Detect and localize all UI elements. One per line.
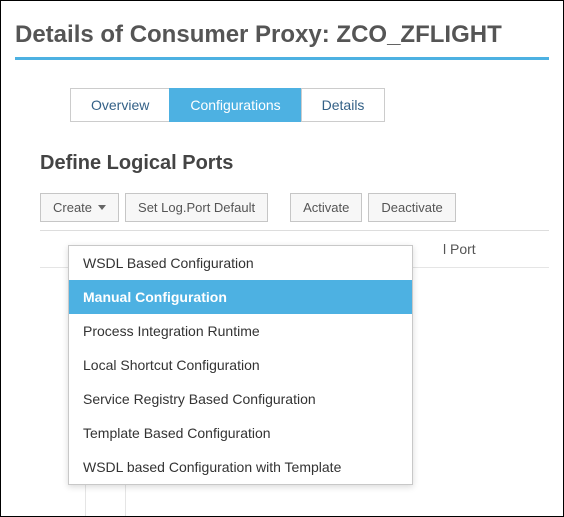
tab-configurations[interactable]: Configurations bbox=[169, 88, 301, 122]
menu-item-wsdl-based-configuration-with-template[interactable]: WSDL based Configuration with Template bbox=[69, 450, 412, 484]
menu-item-local-shortcut-configuration[interactable]: Local Shortcut Configuration bbox=[69, 348, 412, 382]
menu-item-service-registry-based-configuration[interactable]: Service Registry Based Configuration bbox=[69, 382, 412, 416]
create-dropdown: WSDL Based Configuration Manual Configur… bbox=[68, 245, 413, 485]
set-log-port-default-button[interactable]: Set Log.Port Default bbox=[125, 193, 268, 222]
create-button-label: Create bbox=[53, 200, 92, 215]
menu-item-template-based-configuration[interactable]: Template Based Configuration bbox=[69, 416, 412, 450]
create-button[interactable]: Create bbox=[40, 193, 119, 222]
column-port: l Port bbox=[443, 241, 476, 257]
deactivate-button[interactable]: Deactivate bbox=[368, 193, 455, 222]
tab-details[interactable]: Details bbox=[301, 88, 386, 122]
toolbar: Create Set Log.Port Default Activate Dea… bbox=[40, 193, 549, 222]
tabs: Overview Configurations Details bbox=[70, 88, 549, 122]
section-title: Define Logical Ports bbox=[40, 152, 549, 175]
tab-overview[interactable]: Overview bbox=[70, 88, 170, 122]
activate-button[interactable]: Activate bbox=[290, 193, 362, 222]
menu-item-manual-configuration[interactable]: Manual Configuration bbox=[69, 280, 412, 314]
page-title: Details of Consumer Proxy: ZCO_ZFLIGHT bbox=[15, 21, 549, 49]
menu-item-wsdl-based-configuration[interactable]: WSDL Based Configuration bbox=[69, 246, 412, 280]
title-underline bbox=[15, 57, 549, 60]
menu-item-process-integration-runtime[interactable]: Process Integration Runtime bbox=[69, 314, 412, 348]
caret-down-icon bbox=[98, 205, 106, 210]
